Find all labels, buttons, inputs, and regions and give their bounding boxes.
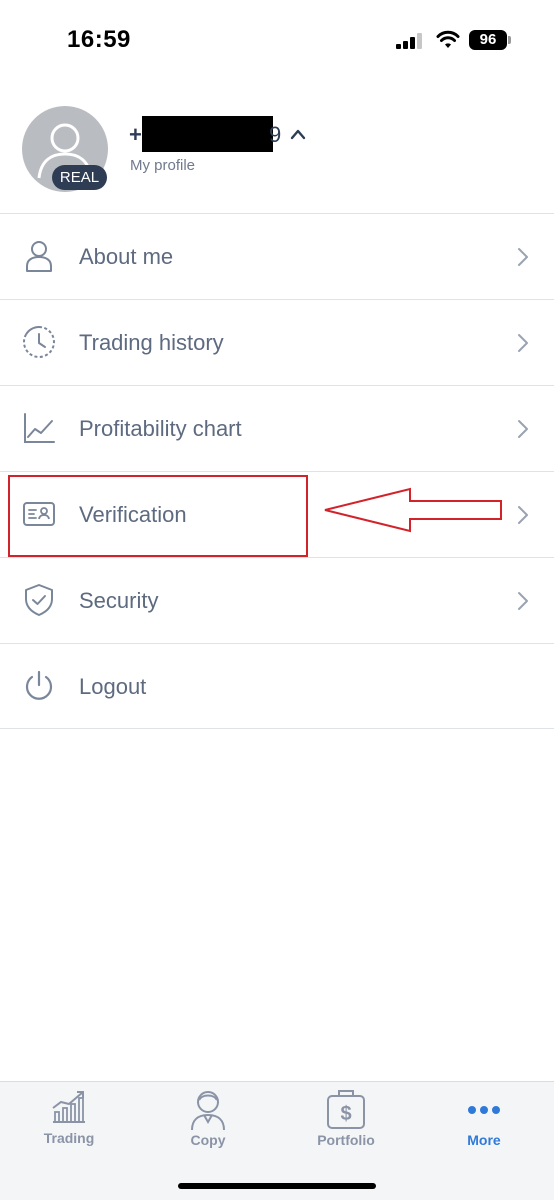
chevron-right-icon [518, 592, 528, 610]
clock-history-icon [23, 325, 55, 358]
tab-label: Trading [43, 1130, 95, 1146]
menu-item-security[interactable]: Security [0, 557, 554, 643]
more-dots-icon [468, 1106, 500, 1114]
account-type-badge: REAL [52, 165, 107, 190]
my-profile-label: My profile [130, 157, 196, 174]
annotation-highlight-box [8, 475, 308, 557]
menu-label: About me [79, 244, 174, 269]
menu-label: Trading history [79, 330, 224, 355]
tab-label: More [467, 1132, 501, 1148]
chevron-right-icon [518, 420, 528, 438]
annotation-arrow [324, 487, 502, 533]
redaction-bar [142, 116, 273, 152]
profile-header[interactable]: REAL + 9 My profile [0, 100, 554, 213]
wifi-icon [436, 30, 460, 48]
menu-item-profitability-chart[interactable]: Profitability chart [0, 385, 554, 471]
menu-item-about-me[interactable]: About me [0, 213, 554, 299]
menu-label: Logout [79, 674, 147, 699]
menu-item-trading-history[interactable]: Trading history [0, 299, 554, 385]
copy-trader-icon [191, 1091, 225, 1130]
menu-label: Security [79, 588, 159, 613]
tab-trading[interactable]: Trading [14, 1088, 124, 1158]
tab-label: Portfolio [317, 1132, 375, 1148]
battery-cap [508, 36, 511, 44]
home-indicator [178, 1183, 376, 1189]
line-chart-icon [24, 413, 55, 443]
battery-indicator: 96 [469, 30, 507, 50]
shield-check-icon [25, 584, 53, 616]
status-time: 16:59 [67, 26, 131, 53]
power-icon [25, 670, 53, 700]
tab-more[interactable]: More [429, 1088, 539, 1158]
phone-prefix: + [129, 122, 142, 147]
svg-text:$: $ [340, 1103, 351, 1125]
user-outline-icon [26, 241, 52, 272]
tab-copy[interactable]: Copy [153, 1088, 263, 1158]
menu-item-logout[interactable]: Logout [0, 643, 554, 729]
cellular-signal-icon [396, 33, 422, 49]
portfolio-dollar-icon: $ [327, 1090, 365, 1129]
chevron-right-icon [518, 334, 528, 352]
phone-suffix: 9 [269, 122, 282, 147]
settings-menu: About me Trading history Profitability c… [0, 213, 554, 729]
trading-chart-icon [52, 1091, 85, 1123]
chevron-up-icon[interactable] [290, 128, 306, 140]
tab-label: Copy [190, 1132, 226, 1148]
chevron-right-icon [518, 506, 528, 524]
tab-portfolio[interactable]: $ Portfolio [291, 1088, 401, 1158]
chevron-right-icon [518, 248, 528, 266]
menu-label: Profitability chart [79, 416, 242, 441]
status-bar: 16:59 96 [0, 0, 554, 82]
